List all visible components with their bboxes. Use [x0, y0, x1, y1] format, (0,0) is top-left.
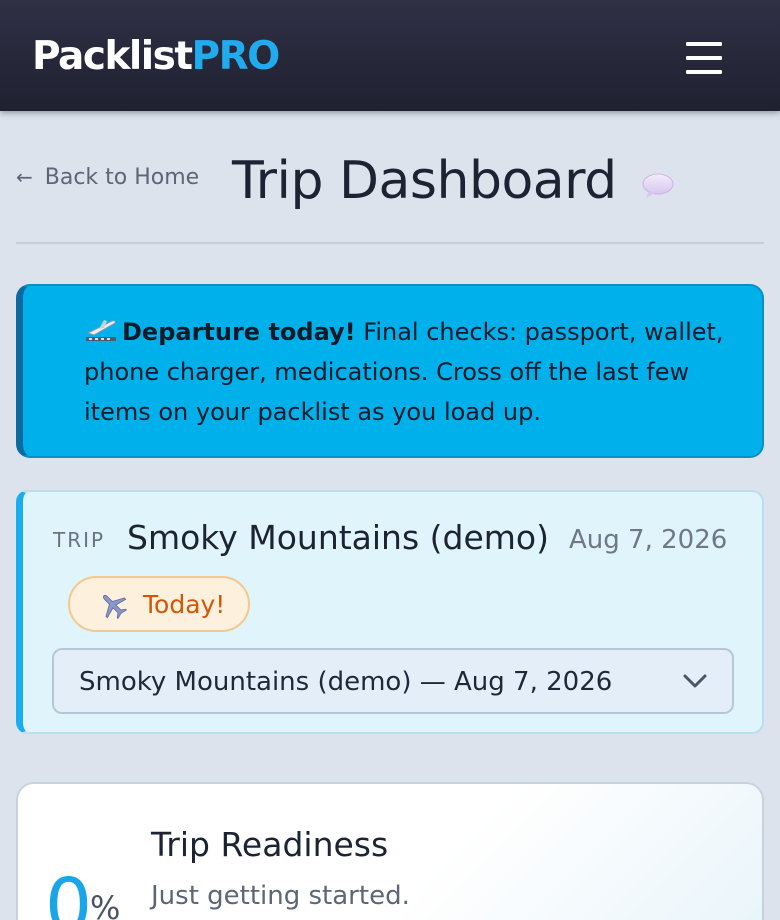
trip-select-dropdown[interactable]: Smoky Mountains (demo) — Aug 7, 2026: [52, 648, 734, 714]
trip-name: Smoky Mountains (demo): [127, 518, 549, 557]
title-divider: [16, 242, 764, 244]
arrow-left-icon: ←: [16, 165, 33, 189]
trip-date: Aug 7, 2026: [569, 525, 728, 555]
airplane-icon: [102, 594, 128, 620]
trip-select-value: Smoky Mountains (demo) — Aug 7, 2026: [79, 667, 613, 697]
back-to-home-link[interactable]: ← Back to Home: [16, 162, 199, 193]
hamburger-line: [686, 70, 722, 74]
trip-card: TRIP Smoky Mountains (demo) Aug 7, 2026 …: [16, 490, 764, 734]
alert-heading: Departure today!: [122, 318, 356, 346]
trip-readiness-card: 0 % Trip Readiness Just getting started.: [16, 782, 764, 920]
top-navigation-bar: PacklistPRO: [0, 0, 780, 111]
alert-message: Departure today! Final checks: passport,…: [84, 312, 754, 432]
back-link-label: Back to Home: [44, 165, 200, 190]
hamburger-menu-icon[interactable]: [680, 36, 728, 80]
hamburger-line: [686, 42, 722, 46]
speech-bubble-icon[interactable]: [641, 172, 675, 200]
brand-name: Packlist: [32, 34, 193, 79]
today-badge-label: Today!: [143, 590, 226, 619]
page-title: Trip Dashboard: [232, 151, 617, 211]
readiness-percent-unit: %: [90, 889, 121, 920]
hamburger-line: [686, 56, 722, 60]
readiness-title: Trip Readiness: [151, 825, 389, 864]
readiness-percent: 0: [45, 863, 93, 920]
brand-logo[interactable]: PacklistPRO: [32, 33, 281, 81]
today-status-badge: Today!: [68, 576, 250, 632]
brand-accent: PRO: [191, 34, 281, 79]
airplane-departure-icon: [86, 320, 116, 341]
departure-alert: Departure today! Final checks: passport,…: [16, 284, 764, 458]
readiness-subtitle: Just getting started.: [151, 881, 410, 911]
chevron-down-icon: [683, 674, 707, 688]
trip-label: TRIP: [53, 528, 106, 552]
